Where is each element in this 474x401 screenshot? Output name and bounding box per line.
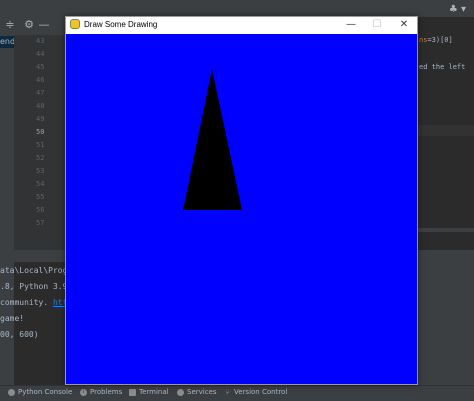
terminal-icon: [129, 388, 136, 396]
line-number: 55: [36, 193, 45, 201]
line-number: 47: [36, 89, 45, 97]
line-number: 48: [36, 102, 45, 110]
pygame-icon: [70, 19, 80, 29]
console-line: .8, Python 3.9: [0, 282, 68, 291]
editor-scroll-band: [418, 228, 474, 232]
problems-tab[interactable]: i Problems: [80, 388, 122, 396]
line-number: 49: [36, 115, 45, 123]
line-number: 45: [36, 63, 45, 71]
line-number: 54: [36, 180, 45, 188]
services-icon: [177, 388, 184, 396]
hide-panel-icon[interactable]: —: [38, 19, 50, 31]
close-button[interactable]: ✕: [394, 17, 414, 33]
services-tab[interactable]: Services: [177, 388, 217, 396]
minimize-button[interactable]: —: [341, 17, 361, 33]
line-number: 46: [36, 76, 45, 84]
version-control-tab[interactable]: ⑂ Version Control: [224, 388, 287, 396]
terminal-tab[interactable]: Terminal: [129, 388, 169, 396]
line-number: 44: [36, 50, 45, 58]
maximize-button[interactable]: ☐: [367, 17, 387, 33]
line-number: 56: [36, 206, 45, 214]
console-line: game!: [0, 314, 25, 323]
code-text: =3)[0]: [427, 36, 453, 44]
drawing-svg: [183, 69, 242, 210]
editor-highlight-band: [418, 125, 474, 136]
tab-label: Terminal: [139, 388, 169, 396]
line-number: 51: [36, 141, 45, 149]
console-text: community.: [0, 298, 53, 307]
tab-label: Problems: [90, 388, 123, 396]
tab-label: Version Control: [234, 388, 288, 396]
collapse-icon[interactable]: ≑: [4, 19, 16, 31]
console-toolbar: [0, 262, 14, 385]
drawing-canvas: [66, 34, 417, 384]
code-comment: ed the left: [419, 63, 466, 71]
window-title: Draw Some Drawing: [84, 20, 158, 29]
console-line: 00, 600): [0, 330, 39, 339]
line-number: 43: [36, 37, 45, 45]
tab-label: Services: [187, 388, 217, 396]
python-console-tab[interactable]: Python Console: [8, 388, 72, 396]
console-line: ata\Local\Prog: [0, 266, 68, 275]
console-line: community. htt: [0, 298, 67, 307]
tab-label: Python Console: [18, 388, 73, 396]
ide-toolbar: [0, 0, 474, 17]
console-side-panel: [418, 262, 474, 385]
project-item[interactable]: end: [0, 36, 14, 48]
line-number: 57: [36, 219, 45, 227]
code-line: ns=3)[0]: [419, 36, 453, 44]
gear-icon[interactable]: ⚙: [23, 19, 35, 31]
branch-icon: ⑂: [225, 387, 230, 397]
black-triangle: [183, 69, 242, 210]
info-icon: i: [80, 388, 87, 396]
line-number: 50: [36, 128, 45, 136]
python-icon: [8, 388, 15, 396]
user-menu[interactable]: ♣ ▾: [449, 4, 466, 15]
line-number: 52: [36, 154, 45, 162]
line-number: 53: [36, 167, 45, 175]
project-panel: [0, 35, 14, 250]
